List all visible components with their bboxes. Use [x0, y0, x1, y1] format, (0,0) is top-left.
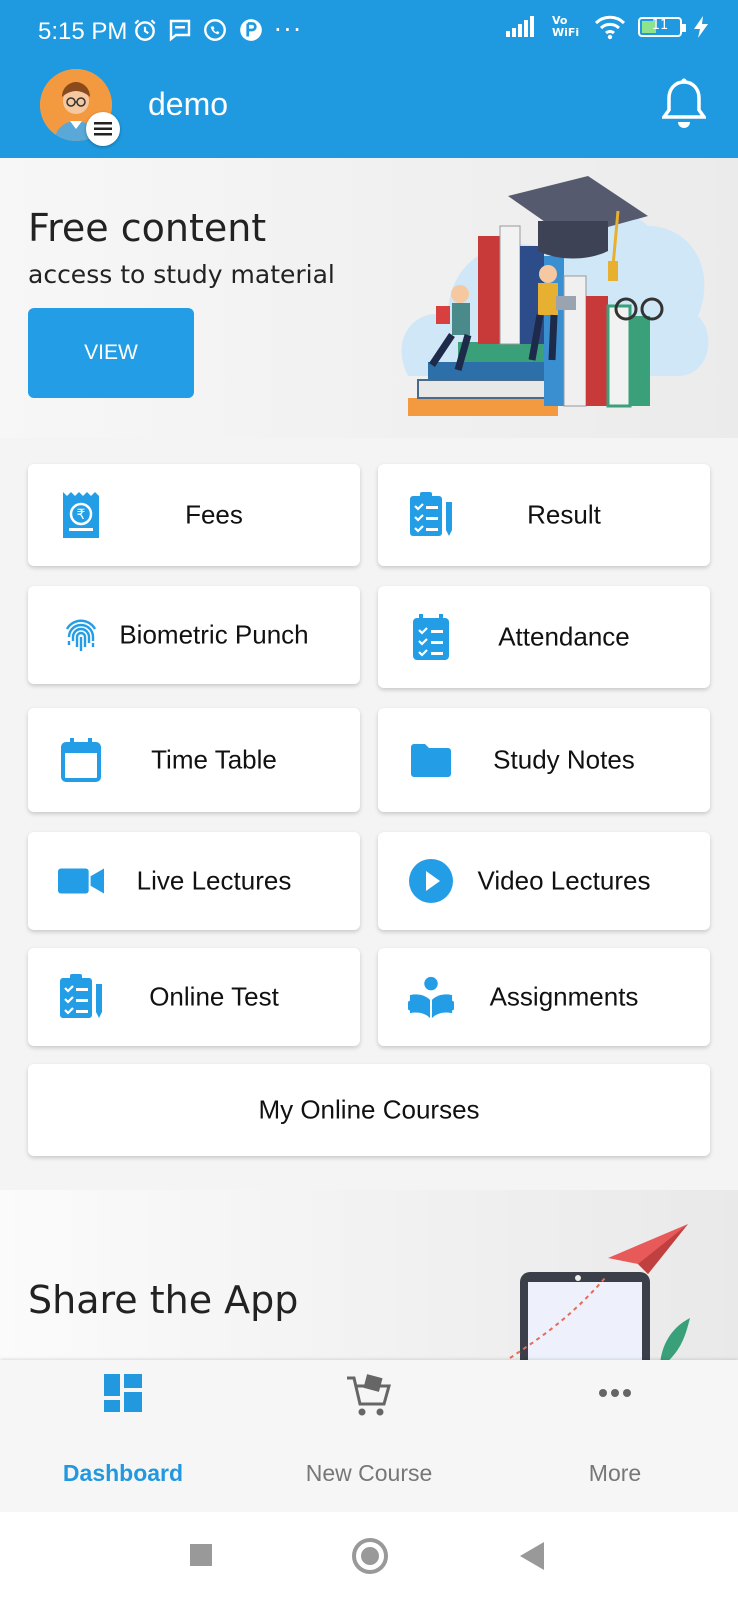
- online-test-label: Online Test: [149, 981, 279, 1012]
- fees-card[interactable]: ₹ Fees: [28, 464, 360, 566]
- status-bar: 5:15 PM ··· Vo WiFi 11: [0, 0, 738, 64]
- nav-more-label: More: [588, 1460, 642, 1486]
- video-lectures-card[interactable]: Video Lectures: [378, 832, 710, 930]
- biometric-punch-card[interactable]: Biometric Punch: [28, 586, 360, 684]
- nav-new-course-label: New Course: [305, 1460, 433, 1486]
- home-button[interactable]: [352, 1538, 388, 1574]
- assignments-card[interactable]: Assignments: [378, 948, 710, 1046]
- recent-apps-button[interactable]: [190, 1544, 212, 1566]
- nav-dashboard-label: Dashboard: [62, 1460, 184, 1486]
- fees-label: Fees: [185, 499, 243, 530]
- charging-icon: [694, 16, 708, 38]
- menu-icon[interactable]: [86, 112, 120, 146]
- share-illustration: [509, 1224, 690, 1360]
- signal-icon: [506, 16, 534, 37]
- study-notes-card[interactable]: Study Notes: [378, 708, 710, 812]
- attendance-label: Attendance: [498, 621, 630, 652]
- time-table-label: Time Table: [151, 744, 277, 775]
- cart-icon: [347, 1374, 391, 1416]
- bottom-navigation: Dashboard New Course More: [0, 1360, 738, 1512]
- live-lectures-label: Live Lectures: [136, 865, 292, 896]
- study-notes-label: Study Notes: [493, 744, 635, 775]
- wifi-icon: [594, 15, 626, 40]
- dashboard-icon: [104, 1374, 142, 1412]
- attendance-card[interactable]: Attendance: [378, 586, 710, 688]
- video-lectures-label: Video Lectures: [477, 865, 651, 896]
- study-books-illustration: [401, 176, 709, 416]
- more-notifications-icon: ···: [274, 16, 303, 44]
- banner-title: Free content: [28, 206, 267, 250]
- message-icon: [169, 19, 191, 42]
- nav-new-course[interactable]: New Course: [246, 1360, 492, 1512]
- free-content-banner: Free content access to study material VI…: [0, 158, 738, 438]
- my-online-courses-label: My Online Courses: [258, 1094, 480, 1125]
- status-time: 5:15 PM: [38, 18, 128, 45]
- biometric-punch-label: Biometric Punch: [119, 619, 309, 650]
- battery-icon: 11: [638, 17, 686, 37]
- notification-bell-icon[interactable]: [660, 78, 708, 134]
- more-dots-icon: [599, 1389, 631, 1397]
- status-system-icons: Vo WiFi 11: [506, 14, 708, 40]
- whatsapp-icon: [204, 19, 226, 41]
- vowifi-label: Vo WiFi: [552, 14, 580, 39]
- alarm-icon: [134, 19, 156, 41]
- online-test-card[interactable]: Online Test: [28, 948, 360, 1046]
- time-table-card[interactable]: Time Table: [28, 708, 360, 812]
- share-title: Share the App: [28, 1278, 299, 1322]
- app-notification-icon: [240, 19, 262, 41]
- username: demo: [148, 86, 229, 122]
- share-app-banner[interactable]: Share the App: [0, 1190, 738, 1360]
- result-label: Result: [527, 499, 601, 530]
- view-button[interactable]: VIEW: [28, 308, 194, 398]
- nav-dashboard[interactable]: Dashboard: [0, 1360, 246, 1512]
- my-online-courses-card[interactable]: My Online Courses: [28, 1064, 710, 1156]
- nav-more[interactable]: More: [492, 1360, 738, 1512]
- status-notification-icons: ···: [132, 16, 303, 44]
- app-header: demo: [0, 64, 738, 158]
- live-lectures-card[interactable]: Live Lectures: [28, 832, 360, 930]
- system-navigation-bar: [0, 1512, 738, 1600]
- battery-level: 11: [651, 18, 669, 33]
- result-card[interactable]: Result: [378, 464, 710, 566]
- back-button[interactable]: [520, 1542, 544, 1570]
- assignments-label: Assignments: [489, 981, 639, 1012]
- banner-subtitle: access to study material: [28, 260, 335, 289]
